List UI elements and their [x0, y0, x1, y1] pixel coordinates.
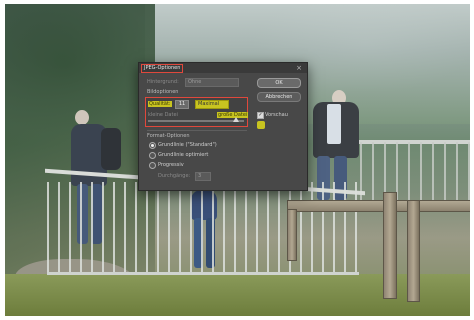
jpeg-options-dialog: JPEG-Optionen × Hintergrund: Ohne OK Abb…: [138, 62, 308, 191]
preview-size-indicator: [257, 121, 265, 129]
ok-button[interactable]: OK: [257, 78, 301, 88]
grass-meadow: [5, 274, 470, 316]
preview-label: Vorschau: [265, 112, 288, 118]
radio-label: Grundlinie ("Standard"): [158, 142, 217, 148]
wooden-rail: [287, 200, 470, 212]
format-options-header: Format-Optionen: [147, 133, 190, 139]
quality-preset-select[interactable]: Maximal: [195, 100, 229, 109]
cancel-button[interactable]: Abbrechen: [257, 92, 301, 102]
quality-input[interactable]: 11: [175, 100, 189, 109]
radio-progressive[interactable]: [149, 162, 156, 169]
matte-label: Hintergrund:: [147, 79, 179, 85]
image-options-header: Bildoptionen: [147, 89, 179, 95]
dialog-titlebar[interactable]: JPEG-Optionen ×: [139, 63, 307, 73]
fence-rail-bottom: [47, 272, 359, 275]
wooden-post: [383, 192, 397, 299]
quality-label: Qualität:: [148, 101, 172, 107]
close-icon[interactable]: ×: [295, 64, 303, 72]
radio-label: Progressiv: [158, 162, 184, 168]
radio-baseline-optimized[interactable]: [149, 152, 156, 159]
section-divider: [147, 130, 247, 131]
radio-baseline-standard[interactable]: [149, 142, 156, 149]
scans-select[interactable]: 3: [195, 172, 211, 181]
radio-label: Grundlinie optimiert: [158, 152, 209, 158]
wooden-post: [287, 209, 297, 261]
fence-bars-right: [360, 142, 470, 202]
preview-checkbox[interactable]: ✓: [257, 112, 264, 119]
quality-slider-track[interactable]: [148, 120, 244, 122]
matte-select[interactable]: Ohne: [185, 78, 239, 87]
small-file-label: kleine Datei: [148, 112, 178, 118]
scans-label: Durchgänge:: [158, 173, 191, 179]
fence-bars: [47, 182, 359, 274]
quality-slider-knob[interactable]: [233, 117, 239, 122]
dialog-title: JPEG-Optionen: [141, 64, 184, 73]
wooden-post: [407, 200, 420, 302]
